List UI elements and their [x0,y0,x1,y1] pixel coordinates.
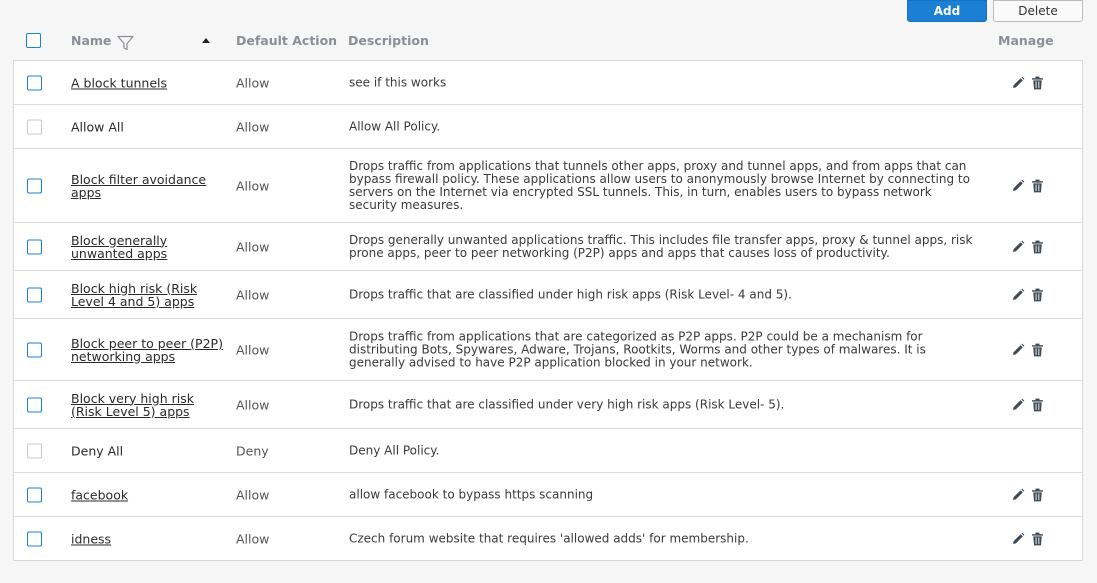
delete-trash-icon[interactable] [1031,76,1044,90]
table-row: Deny All Deny Deny All Policy. [14,429,1082,473]
edit-pencil-icon[interactable] [1011,488,1025,502]
manage-actions [1011,240,1044,254]
table-row: facebook Allow allow facebook to bypass … [14,473,1082,517]
manage-actions [1011,532,1044,546]
sort-ascending-icon[interactable] [202,38,210,43]
table-row: Block peer to peer (P2P) networking apps… [14,319,1082,381]
policy-name-link[interactable]: Block generally unwanted apps [71,234,223,260]
description: Czech forum website that requires 'allow… [349,531,749,545]
description: Drops traffic that are classified under … [349,287,792,301]
policy-name: Allow All [71,119,124,134]
row-checkbox[interactable] [27,75,42,90]
select-all-checkbox[interactable] [26,33,41,48]
delete-trash-icon[interactable] [1031,240,1044,254]
table-row: Block generally unwanted apps Allow Drop… [14,223,1082,271]
column-header-description: Description [348,33,429,48]
manage-actions [1011,488,1044,502]
edit-pencil-icon[interactable] [1011,343,1025,357]
row-checkbox[interactable] [27,239,42,254]
default-action: Allow [236,287,270,302]
column-header-default-action[interactable]: Default Action [236,33,337,48]
default-action: Allow [236,487,270,502]
toolbar: Add Delete [907,0,1083,22]
row-checkbox[interactable] [27,178,42,193]
description: see if this works [349,75,447,89]
manage-actions [1011,343,1044,357]
description: Allow All Policy. [349,119,441,133]
add-button[interactable]: Add [907,0,987,22]
policy-table: A block tunnels Allow see if this works … [13,60,1083,561]
manage-actions [1011,398,1044,412]
manage-actions [1011,76,1044,90]
description: Drops traffic from applications that are… [349,329,926,369]
edit-pencil-icon[interactable] [1011,532,1025,546]
filter-icon[interactable] [117,35,134,51]
table-header: Name Default Action Description Manage [14,30,1082,56]
default-action: Allow [236,239,270,254]
delete-trash-icon[interactable] [1031,398,1044,412]
delete-trash-icon[interactable] [1031,343,1044,357]
delete-trash-icon[interactable] [1031,288,1044,302]
description: Drops traffic from applications that tun… [349,158,970,212]
delete-trash-icon[interactable] [1031,488,1044,502]
manage-actions [1011,179,1044,193]
description: Deny All Policy. [349,443,440,457]
description: Drops traffic that are classified under … [349,397,785,411]
default-action: Allow [236,531,270,546]
table-row: Block very high risk (Risk Level 5) apps… [14,381,1082,429]
edit-pencil-icon[interactable] [1011,240,1025,254]
column-header-name[interactable]: Name [71,33,111,48]
default-action: Allow [236,178,270,193]
row-checkbox[interactable] [27,531,42,546]
policy-name-link[interactable]: A block tunnels [71,76,223,89]
default-action: Deny [236,443,269,458]
table-row: Block high risk (Risk Level 4 and 5) app… [14,271,1082,319]
policy-name-link[interactable]: Block peer to peer (P2P) networking apps [71,337,223,363]
table-row: A block tunnels Allow see if this works [14,61,1082,105]
edit-pencil-icon[interactable] [1011,76,1025,90]
manage-actions [1011,288,1044,302]
policy-name-link[interactable]: Block very high risk (Risk Level 5) apps [71,392,223,418]
delete-trash-icon[interactable] [1031,179,1044,193]
delete-trash-icon[interactable] [1031,532,1044,546]
edit-pencil-icon[interactable] [1011,398,1025,412]
row-checkbox-disabled [27,119,42,134]
row-checkbox[interactable] [27,487,42,502]
row-checkbox-disabled [27,443,42,458]
table-row: idness Allow Czech forum website that re… [14,517,1082,560]
row-checkbox[interactable] [27,342,42,357]
delete-button[interactable]: Delete [993,0,1083,22]
row-checkbox[interactable] [27,397,42,412]
policy-name-link[interactable]: Block high risk (Risk Level 4 and 5) app… [71,282,223,308]
policy-name-link[interactable]: Block filter avoidance apps [71,173,223,199]
default-action: Allow [236,397,270,412]
table-row: Allow All Allow Allow All Policy. [14,105,1082,149]
default-action: Allow [236,119,270,134]
edit-pencil-icon[interactable] [1011,288,1025,302]
policy-name-link[interactable]: facebook [71,488,223,501]
default-action: Allow [236,342,270,357]
row-checkbox[interactable] [27,287,42,302]
column-header-manage: Manage [998,33,1054,48]
default-action: Allow [236,75,270,90]
edit-pencil-icon[interactable] [1011,179,1025,193]
policy-name-link[interactable]: idness [71,532,223,545]
description: Drops generally unwanted applications tr… [349,232,973,260]
policy-name: Deny All [71,443,124,458]
description: allow facebook to bypass https scanning [349,487,594,501]
table-row: Block filter avoidance apps Allow Drops … [14,149,1082,223]
